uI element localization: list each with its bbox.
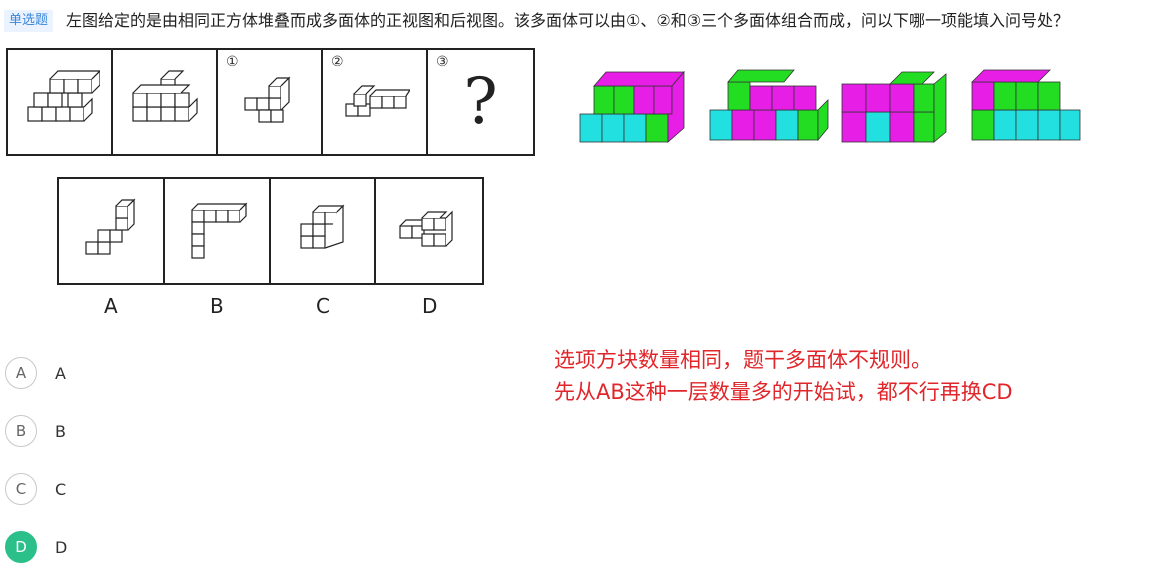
question-type-tag: 单选题	[4, 10, 54, 32]
piece-2-label: ②	[331, 54, 344, 70]
choice-a-radio[interactable]: A	[5, 357, 37, 389]
piece-3-cell: ③ ?	[428, 50, 533, 154]
choice-d[interactable]: D D	[5, 531, 67, 563]
option-d-drawing	[399, 210, 453, 247]
question-text: 左图给定的是由相同正方体堆叠而成多面体的正视图和后视图。该多面体可以由①、②和③…	[66, 11, 1070, 30]
piece-1-cell: ①	[218, 50, 323, 154]
figure-row-views: ① ② ③ ?	[6, 48, 535, 156]
note-line-1: 选项方块数量相同，题干多面体不规则。	[554, 348, 932, 372]
option-b-figure	[165, 179, 271, 283]
front-view-cell	[8, 50, 113, 154]
note-line-2: 先从AB这种一层数量多的开始试，都不行再换CD	[554, 380, 1013, 404]
piece-2-cell: ②	[323, 50, 428, 154]
choice-a[interactable]: A A	[5, 357, 66, 389]
question-mark: ?	[463, 65, 498, 139]
colored-view-2	[709, 69, 829, 142]
choice-c-radio[interactable]: C	[5, 473, 37, 505]
colored-view-3	[841, 71, 947, 143]
front-view-drawing	[26, 70, 100, 122]
option-a-letter: A	[104, 294, 118, 318]
piece-2-drawing	[344, 85, 410, 117]
back-view-drawing	[131, 70, 198, 122]
option-c-figure	[271, 179, 377, 283]
choice-b[interactable]: B B	[5, 415, 66, 447]
option-b-drawing	[191, 202, 248, 259]
choice-d-radio[interactable]: D	[5, 531, 37, 563]
choice-b-label: B	[55, 421, 66, 441]
colored-view-4	[971, 69, 1081, 141]
choice-d-label: D	[55, 537, 68, 557]
colored-view-1	[579, 70, 685, 143]
figure-row-options	[57, 177, 484, 285]
choice-a-label: A	[55, 363, 66, 383]
piece-1-label: ①	[226, 54, 239, 70]
option-b-letter: B	[210, 294, 224, 318]
choice-b-radio[interactable]: B	[5, 415, 37, 447]
colored-cube-views	[579, 69, 1081, 143]
piece-1-drawing	[243, 76, 290, 123]
option-a-drawing	[85, 198, 136, 255]
choice-c-label: C	[55, 479, 67, 499]
piece-3-label: ③	[436, 54, 449, 70]
back-view-cell	[113, 50, 218, 154]
option-c-drawing	[300, 204, 345, 249]
choice-c[interactable]: C C	[5, 473, 66, 505]
handwritten-note: 选项方块数量相同，题干多面体不规则。 先从AB这种一层数量多的开始试，都不行再换…	[554, 344, 1013, 408]
option-a-figure	[59, 179, 165, 283]
option-d-figure	[376, 179, 482, 283]
option-d-letter: D	[422, 294, 438, 318]
option-c-letter: C	[316, 294, 330, 318]
